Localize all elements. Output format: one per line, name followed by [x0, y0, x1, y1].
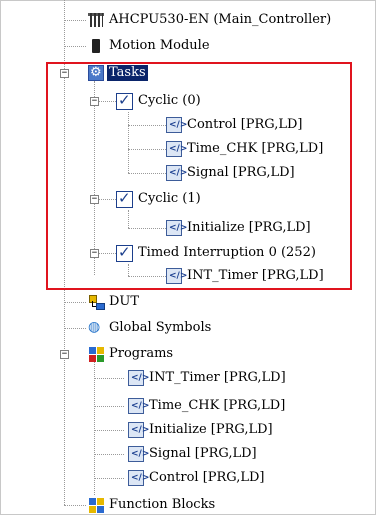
tree-item-label: Programs: [109, 346, 174, 361]
dut-icon: [88, 294, 105, 310]
tree-line: [94, 362, 95, 495]
tree-item-programs[interactable]: Programs: [88, 343, 173, 365]
tree-item-dut[interactable]: DUT: [88, 291, 139, 313]
plc-cpu-icon: [88, 12, 104, 28]
tree-item-global-symbols[interactable]: ◍ Global Symbols: [88, 317, 211, 339]
tree-line: [94, 478, 124, 479]
highlight-box: [46, 62, 352, 290]
tree-line: [64, 20, 86, 21]
tree-item-label: INT_Timer [PRG,LD]: [149, 370, 286, 385]
tree-line: [94, 454, 124, 455]
tree-item-label: Global Symbols: [109, 320, 212, 335]
tree-item-controller[interactable]: AHCPU530-EN (Main_Controller): [88, 9, 331, 31]
programs-folder-icon: [88, 346, 104, 362]
tree-item-label: Time_CHK [PRG,LD]: [149, 398, 286, 413]
tree-item-label: DUT: [109, 294, 140, 309]
program-icon: </>: [128, 422, 149, 438]
tree-item-label: Control [PRG,LD]: [149, 470, 265, 485]
tree-item-function-blocks[interactable]: Function Blocks: [88, 494, 215, 516]
tree-item-program[interactable]: </> Initialize [PRG,LD]: [128, 419, 273, 441]
tree-item-program[interactable]: </> INT_Timer [PRG,LD]: [128, 367, 286, 389]
tree-line: [94, 406, 124, 407]
tree-item-label: Motion Module: [109, 38, 210, 53]
tree-item-label: Function Blocks: [109, 497, 216, 512]
tree-item-program[interactable]: </> Signal [PRG,LD]: [128, 443, 257, 465]
tree-line: [64, 505, 86, 506]
tree-line: [94, 378, 124, 379]
function-blocks-icon: [88, 497, 104, 513]
tree-line: [94, 430, 124, 431]
tree-item-label: Signal [PRG,LD]: [149, 446, 257, 461]
program-icon: </>: [128, 370, 149, 386]
collapse-toggle-programs[interactable]: −: [60, 350, 69, 359]
program-icon: </>: [128, 470, 149, 486]
tree-line: [64, 302, 86, 303]
tree-item-label: Initialize [PRG,LD]: [149, 422, 273, 437]
program-icon: </>: [128, 446, 149, 462]
globe-icon: ◍: [88, 319, 101, 335]
motion-module-icon: [88, 38, 104, 54]
tree-item-label: AHCPU530-EN (Main_Controller): [109, 12, 332, 27]
tree-line: [64, 328, 86, 329]
project-tree: − − − − − AHCPU530-EN (Main_Controller) …: [0, 0, 376, 515]
tree-item-program[interactable]: </> Control [PRG,LD]: [128, 467, 265, 489]
tree-item-motion-module[interactable]: Motion Module: [88, 35, 210, 57]
tree-line: [64, 46, 86, 47]
tree-item-program[interactable]: </> Time_CHK [PRG,LD]: [128, 395, 285, 417]
program-icon: </>: [128, 398, 149, 414]
